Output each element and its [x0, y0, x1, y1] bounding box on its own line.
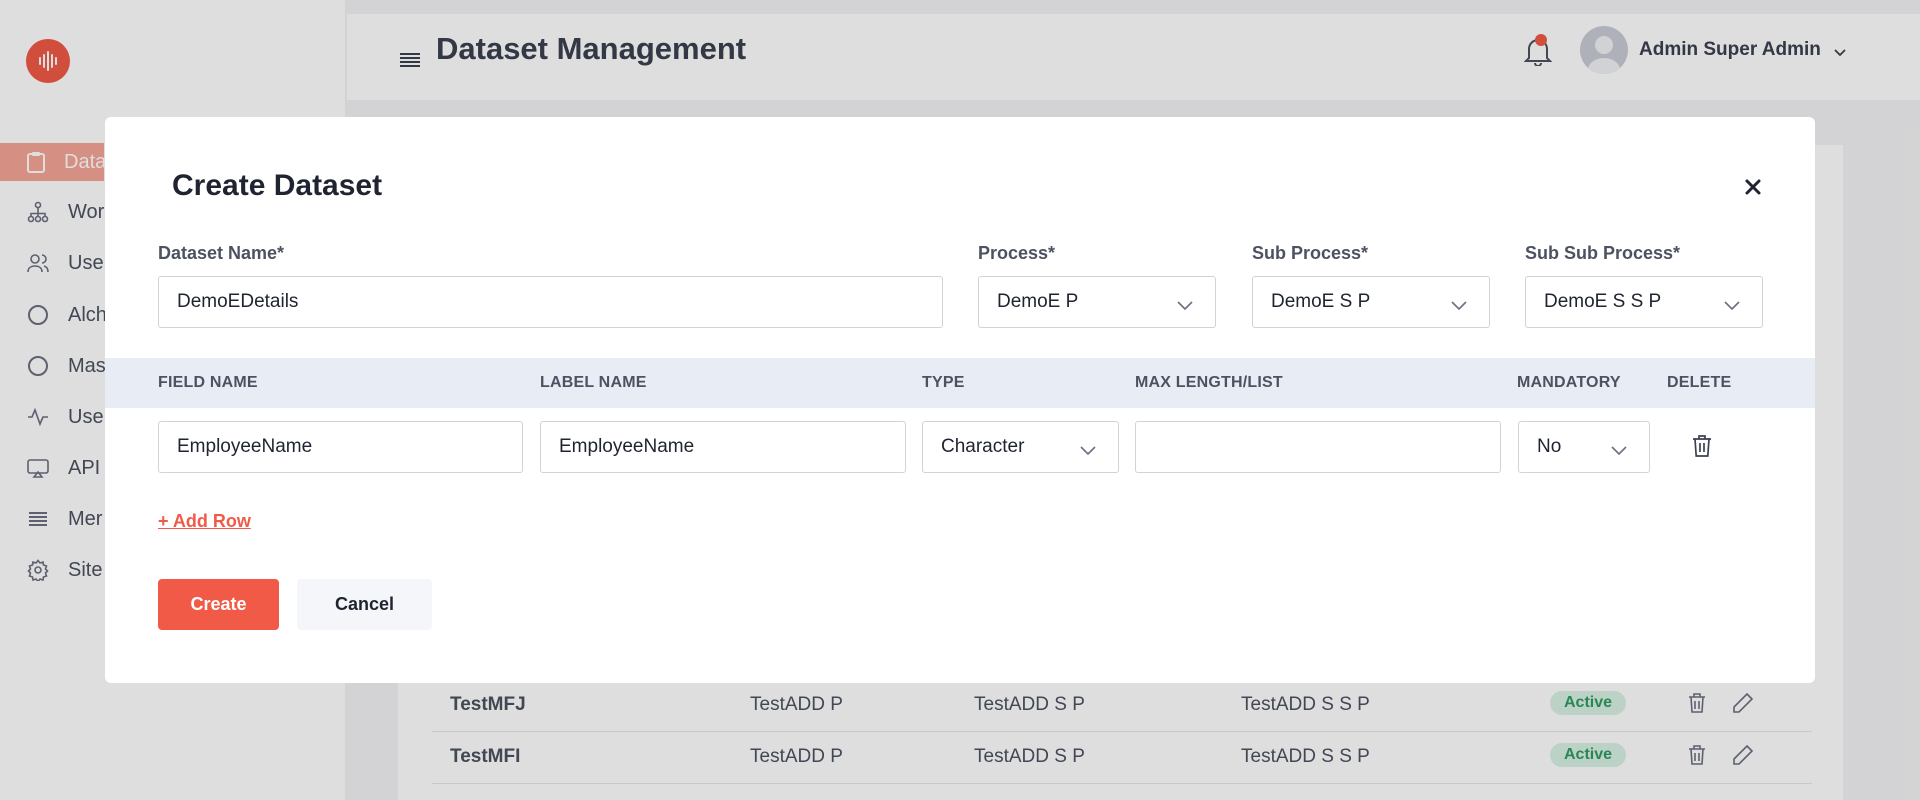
process-select[interactable]: DemoE P [978, 276, 1216, 328]
delete-row-trash-icon[interactable] [1692, 434, 1712, 463]
label-name-input[interactable] [540, 421, 906, 473]
chevron-down-icon [1080, 440, 1096, 462]
column-header-field-name: FIELD NAME [158, 374, 258, 391]
sub-sub-process-label: Sub Sub Process* [1525, 243, 1681, 263]
max-length-input[interactable] [1135, 421, 1501, 473]
sub-sub-process-select-value: DemoE S S P [1544, 291, 1662, 312]
dataset-name-label: Dataset Name* [158, 243, 285, 263]
sub-process-select-value: DemoE S P [1271, 291, 1371, 312]
create-dataset-modal: Create Dataset Dataset Name* Process* De… [105, 117, 1815, 683]
chevron-down-icon [1611, 440, 1627, 462]
sub-process-select[interactable]: DemoE S P [1252, 276, 1490, 328]
process-select-value: DemoE P [997, 291, 1079, 312]
modal-title: Create Dataset [172, 169, 383, 202]
column-header-type: TYPE [922, 374, 965, 391]
sub-sub-process-select[interactable]: DemoE S S P [1525, 276, 1763, 328]
create-button[interactable]: Create [158, 579, 279, 630]
fields-table-header: FIELD NAME LABEL NAME TYPE MAX LENGTH/LI… [105, 358, 1815, 408]
type-select-value: Character [941, 436, 1025, 457]
mandatory-select[interactable]: No [1518, 421, 1650, 473]
column-header-delete: DELETE [1667, 374, 1732, 391]
type-select[interactable]: Character [922, 421, 1119, 473]
column-header-mandatory: MANDATORY [1517, 374, 1621, 391]
sub-process-label: Sub Process* [1252, 243, 1369, 263]
field-name-input[interactable] [158, 421, 523, 473]
close-icon[interactable] [1741, 175, 1765, 199]
process-label: Process* [978, 243, 1056, 263]
mandatory-select-value: No [1537, 436, 1562, 457]
cancel-button[interactable]: Cancel [297, 579, 432, 630]
chevron-down-icon [1177, 295, 1193, 317]
chevron-down-icon [1451, 295, 1467, 317]
dataset-name-input[interactable] [158, 276, 943, 328]
chevron-down-icon [1724, 295, 1740, 317]
column-header-label-name: LABEL NAME [540, 374, 647, 391]
column-header-max-length: MAX LENGTH/LIST [1135, 374, 1283, 391]
add-row-link[interactable]: + Add Row [158, 511, 251, 532]
